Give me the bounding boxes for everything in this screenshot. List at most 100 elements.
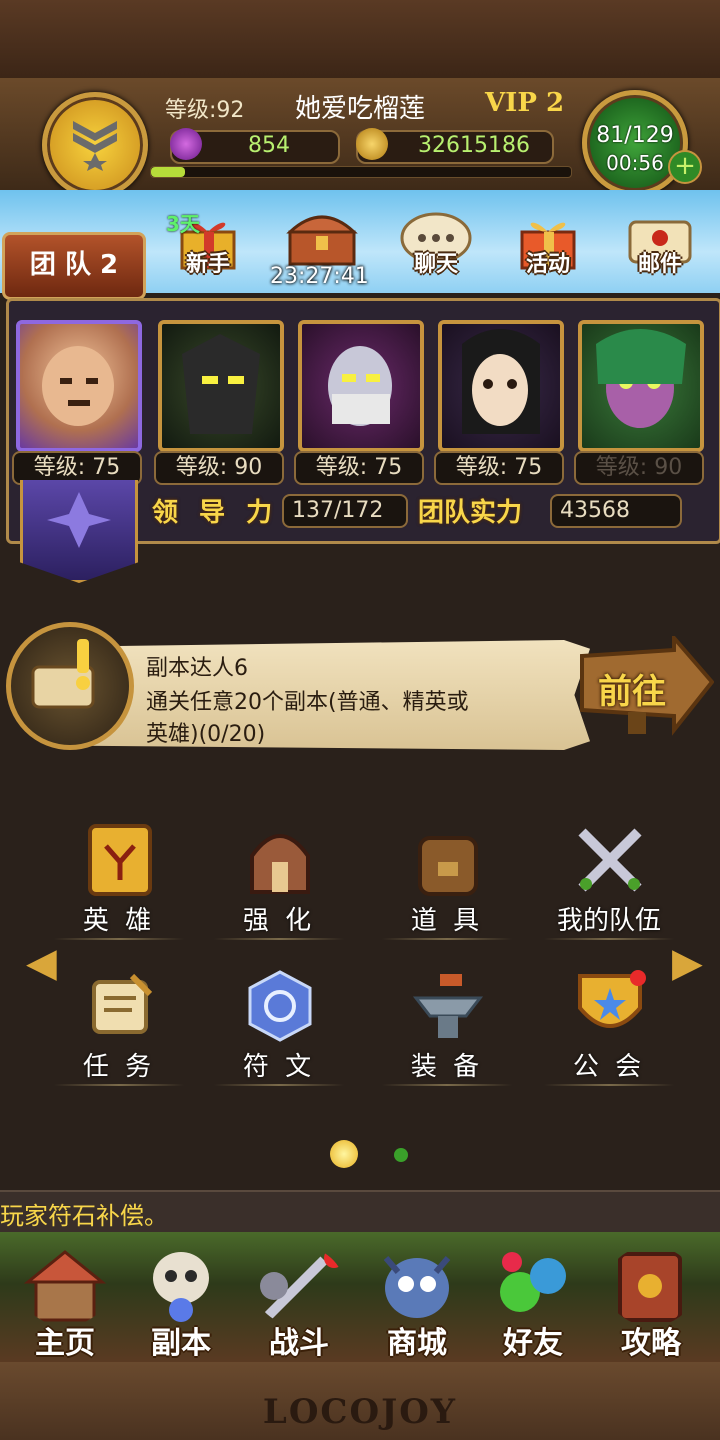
menu-hero-label: 英 雄 xyxy=(82,906,156,936)
coin-counter[interactable]: 32615186 xyxy=(356,128,554,164)
hero-level: 等级: 75 xyxy=(434,451,564,485)
nav-dungeon-label: 副本 xyxy=(151,1326,211,1361)
menu-hero[interactable]: 英 雄 xyxy=(54,822,184,942)
hero-face-icon xyxy=(328,346,392,426)
menu-divider xyxy=(214,938,344,940)
player-level: 等级:92 xyxy=(165,98,245,123)
xp-bar xyxy=(150,166,572,178)
menu-quests[interactable]: 任 务 xyxy=(54,968,184,1088)
quest-description: 通关任意20个副本(普通、精英或 xyxy=(146,690,469,715)
nav-home[interactable]: 主页 xyxy=(10,1246,120,1361)
team-power-value: 43568 xyxy=(550,494,682,528)
mail-button[interactable]: 邮件 xyxy=(620,208,700,277)
menu-quests-label: 任 务 xyxy=(82,1052,156,1082)
activity-label: 活动 xyxy=(525,252,570,277)
novice-label: 新手 xyxy=(185,252,230,277)
nav-guide-label: 攻略 xyxy=(621,1326,681,1361)
menu-guild[interactable]: 公 会 xyxy=(544,968,674,1088)
xp-fill xyxy=(151,167,185,177)
backpack-icon xyxy=(418,836,478,896)
energy-value: 81/129 xyxy=(596,123,674,148)
menu-divider xyxy=(544,938,674,940)
quest-icon[interactable] xyxy=(6,622,134,750)
chat-button[interactable]: 聊天 xyxy=(396,208,476,277)
gem-icon xyxy=(170,128,202,160)
guide-book-icon xyxy=(618,1252,682,1322)
hero-portrait-3[interactable] xyxy=(298,320,424,452)
guild-shield-icon xyxy=(578,970,646,1028)
menu-items[interactable]: 道 具 xyxy=(382,822,512,942)
hero-level: 等级: 90 xyxy=(574,451,704,485)
helmet-icon xyxy=(250,834,310,894)
chat-label: 聊天 xyxy=(413,252,458,277)
leadership-value: 137/172 xyxy=(282,494,408,528)
hero-level: 等级: 75 xyxy=(294,451,424,485)
gem-counter[interactable]: 854 xyxy=(170,128,340,164)
rank-badge[interactable] xyxy=(42,92,148,198)
team-banner xyxy=(20,480,138,583)
team-power-label: 团队实力 xyxy=(418,498,523,528)
activity-button[interactable]: 活动 xyxy=(508,208,588,277)
menu-prev-arrow[interactable]: ◀ xyxy=(26,940,57,986)
player-name: 她爱吃榴莲 xyxy=(295,94,426,124)
nav-dungeon[interactable]: 副本 xyxy=(126,1246,236,1361)
gem-count: 854 xyxy=(248,133,290,158)
crossed-swords-icon xyxy=(578,828,642,892)
chevron-rank-icon xyxy=(73,121,117,171)
menu-items-label: 道 具 xyxy=(410,906,484,936)
mail-label: 邮件 xyxy=(637,252,682,277)
hero-portrait-5[interactable] xyxy=(578,320,704,452)
nav-home-label: 主页 xyxy=(35,1326,95,1361)
ticker-text: 玩家符石补偿。 xyxy=(0,1202,168,1230)
menu-next-arrow[interactable]: ▶ xyxy=(672,940,703,986)
nav-friends-label: 好友 xyxy=(503,1326,563,1361)
nav-guide[interactable]: 攻略 xyxy=(596,1246,706,1361)
scroll-exclamation-icon xyxy=(31,639,95,709)
team-tab-button[interactable]: 团 队 2 xyxy=(2,232,146,300)
scroll-icon xyxy=(92,973,153,1034)
skull-icon xyxy=(153,1252,209,1322)
nav-battle-label: 战斗 xyxy=(269,1326,329,1361)
menu-divider xyxy=(214,1084,344,1086)
menu-divider xyxy=(544,1084,674,1086)
menu-runes[interactable]: 符 文 xyxy=(214,968,344,1088)
menu-divider xyxy=(382,938,512,940)
goto-label: 前往 xyxy=(598,672,666,712)
add-energy-button[interactable]: + xyxy=(668,150,702,184)
hero-portrait-leader[interactable] xyxy=(16,320,142,452)
house-icon xyxy=(23,1250,107,1322)
hero-portrait-2[interactable] xyxy=(158,320,284,452)
nav-shop-label: 商城 xyxy=(387,1326,447,1361)
hero-level: 等级: 90 xyxy=(154,451,284,485)
nav-friends[interactable]: 好友 xyxy=(478,1246,588,1361)
coin-count: 32615186 xyxy=(418,133,530,158)
menu-divider xyxy=(382,1084,512,1086)
hero-book-icon xyxy=(88,824,152,896)
menu-runes-label: 符 文 xyxy=(242,1052,316,1082)
treasure-chest-icon xyxy=(286,215,358,266)
nav-battle[interactable]: 战斗 xyxy=(244,1246,354,1361)
menu-enhance[interactable]: 强 化 xyxy=(214,822,344,942)
hero-level: 等级: 75 xyxy=(12,451,142,485)
cross-emblem-icon xyxy=(47,492,111,548)
hero-face-icon xyxy=(182,334,260,434)
hero-face-icon xyxy=(42,346,114,426)
rune-gem-icon xyxy=(248,970,312,1042)
battle-sword-icon xyxy=(260,1248,344,1320)
menu-my-team[interactable]: 我的队伍 xyxy=(544,822,674,942)
hero-portrait-4[interactable] xyxy=(438,320,564,452)
menu-guild-label: 公 会 xyxy=(572,1052,646,1082)
vip-badge[interactable]: VIP 2 xyxy=(485,88,564,118)
locojoy-logo: LOCOJOY xyxy=(262,1392,458,1432)
hero-face-icon xyxy=(596,329,686,428)
menu-equipment[interactable]: 装 备 xyxy=(382,968,512,1088)
novice-days: 3天 xyxy=(166,212,200,236)
nav-shop[interactable]: 商城 xyxy=(362,1246,472,1361)
menu-divider xyxy=(54,1084,184,1086)
anvil-icon xyxy=(412,974,484,1038)
quest-progress: 英雄)(0/20) xyxy=(146,722,266,747)
quest-title: 副本达人6 xyxy=(146,656,248,681)
page-indicator-active xyxy=(330,1140,358,1168)
energy-orb[interactable]: 81/129 00:56 xyxy=(582,90,688,196)
friends-icon xyxy=(500,1252,566,1312)
